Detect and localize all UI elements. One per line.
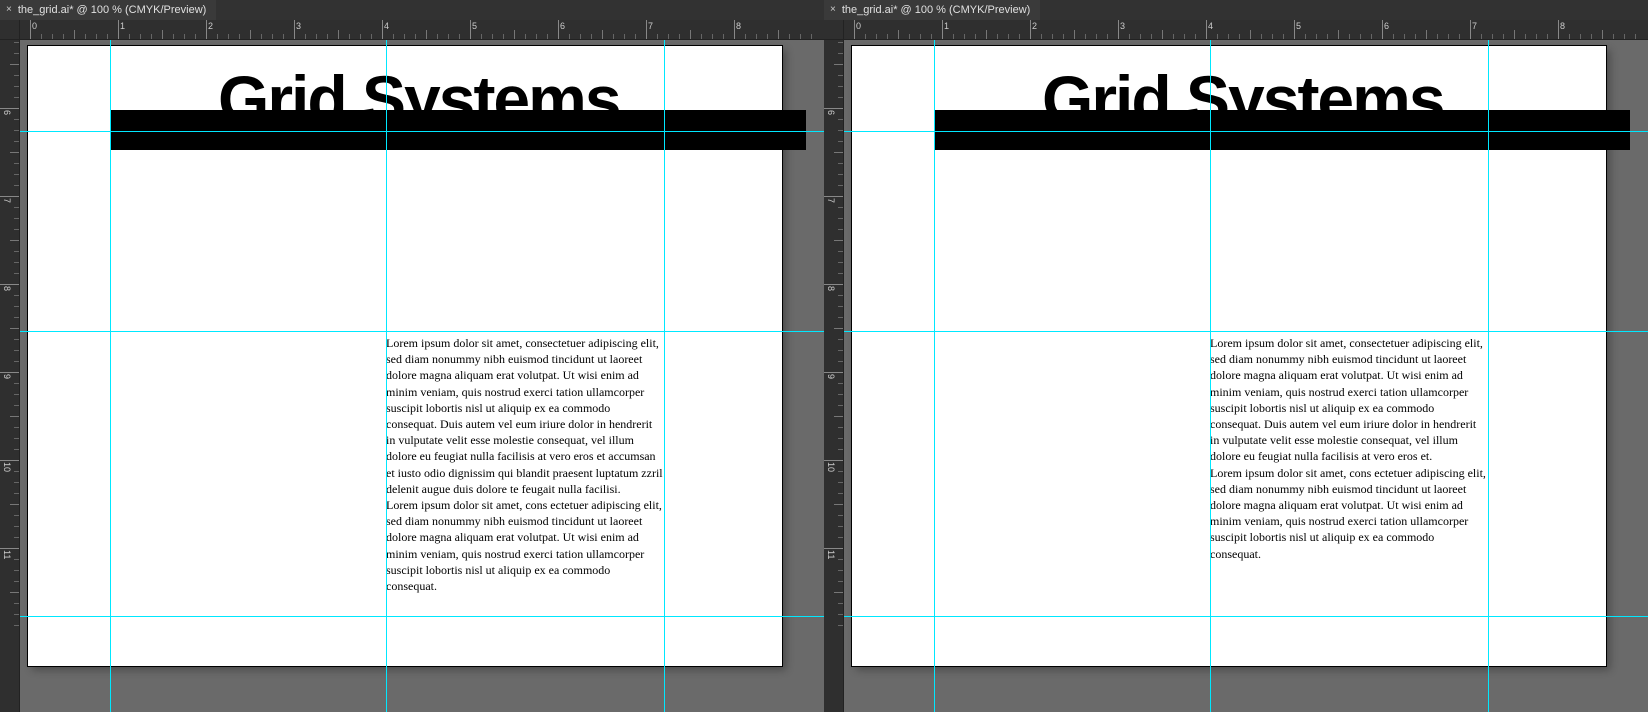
ruler-origin[interactable]: [824, 20, 844, 40]
left-panel: × the_grid.ai* @ 100 % (CMYK/Preview) 01…: [0, 0, 824, 712]
horizontal-ruler-left[interactable]: 012345678: [20, 20, 824, 40]
page-title[interactable]: Grid Systems: [218, 70, 620, 129]
tab-bar: × the_grid.ai* @ 100 % (CMYK/Preview): [0, 0, 824, 20]
canvas-left[interactable]: Grid Systems Lorem ipsum dolor sit amet,…: [20, 40, 824, 712]
artboard[interactable]: Grid Systems Lorem ipsum dolor sit amet,…: [852, 46, 1606, 666]
close-icon[interactable]: ×: [6, 5, 12, 15]
page-title[interactable]: Grid Systems: [1042, 70, 1444, 129]
vertical-ruler-left[interactable]: 567891011: [0, 40, 20, 712]
body-text-left[interactable]: Lorem ipsum dolor sit amet, consectetuer…: [386, 335, 664, 594]
close-icon[interactable]: ×: [830, 5, 836, 15]
vertical-ruler-right[interactable]: 567891011: [824, 40, 844, 712]
tab-bar: × the_grid.ai* @ 100 % (CMYK/Preview): [824, 0, 1648, 20]
right-panel: × the_grid.ai* @ 100 % (CMYK/Preview) 01…: [824, 0, 1648, 712]
tab-title: the_grid.ai* @ 100 % (CMYK/Preview): [842, 4, 1030, 16]
tab-title: the_grid.ai* @ 100 % (CMYK/Preview): [18, 4, 206, 16]
body-text-right[interactable]: Lorem ipsum dolor sit amet, consectetuer…: [1210, 335, 1488, 562]
artboard[interactable]: Grid Systems Lorem ipsum dolor sit amet,…: [28, 46, 782, 666]
horizontal-ruler-right[interactable]: 012345678: [844, 20, 1648, 40]
ruler-origin[interactable]: [0, 20, 20, 40]
canvas-right[interactable]: Grid Systems Lorem ipsum dolor sit amet,…: [844, 40, 1648, 712]
document-tab[interactable]: × the_grid.ai* @ 100 % (CMYK/Preview): [824, 0, 1040, 20]
document-tab[interactable]: × the_grid.ai* @ 100 % (CMYK/Preview): [0, 0, 216, 20]
